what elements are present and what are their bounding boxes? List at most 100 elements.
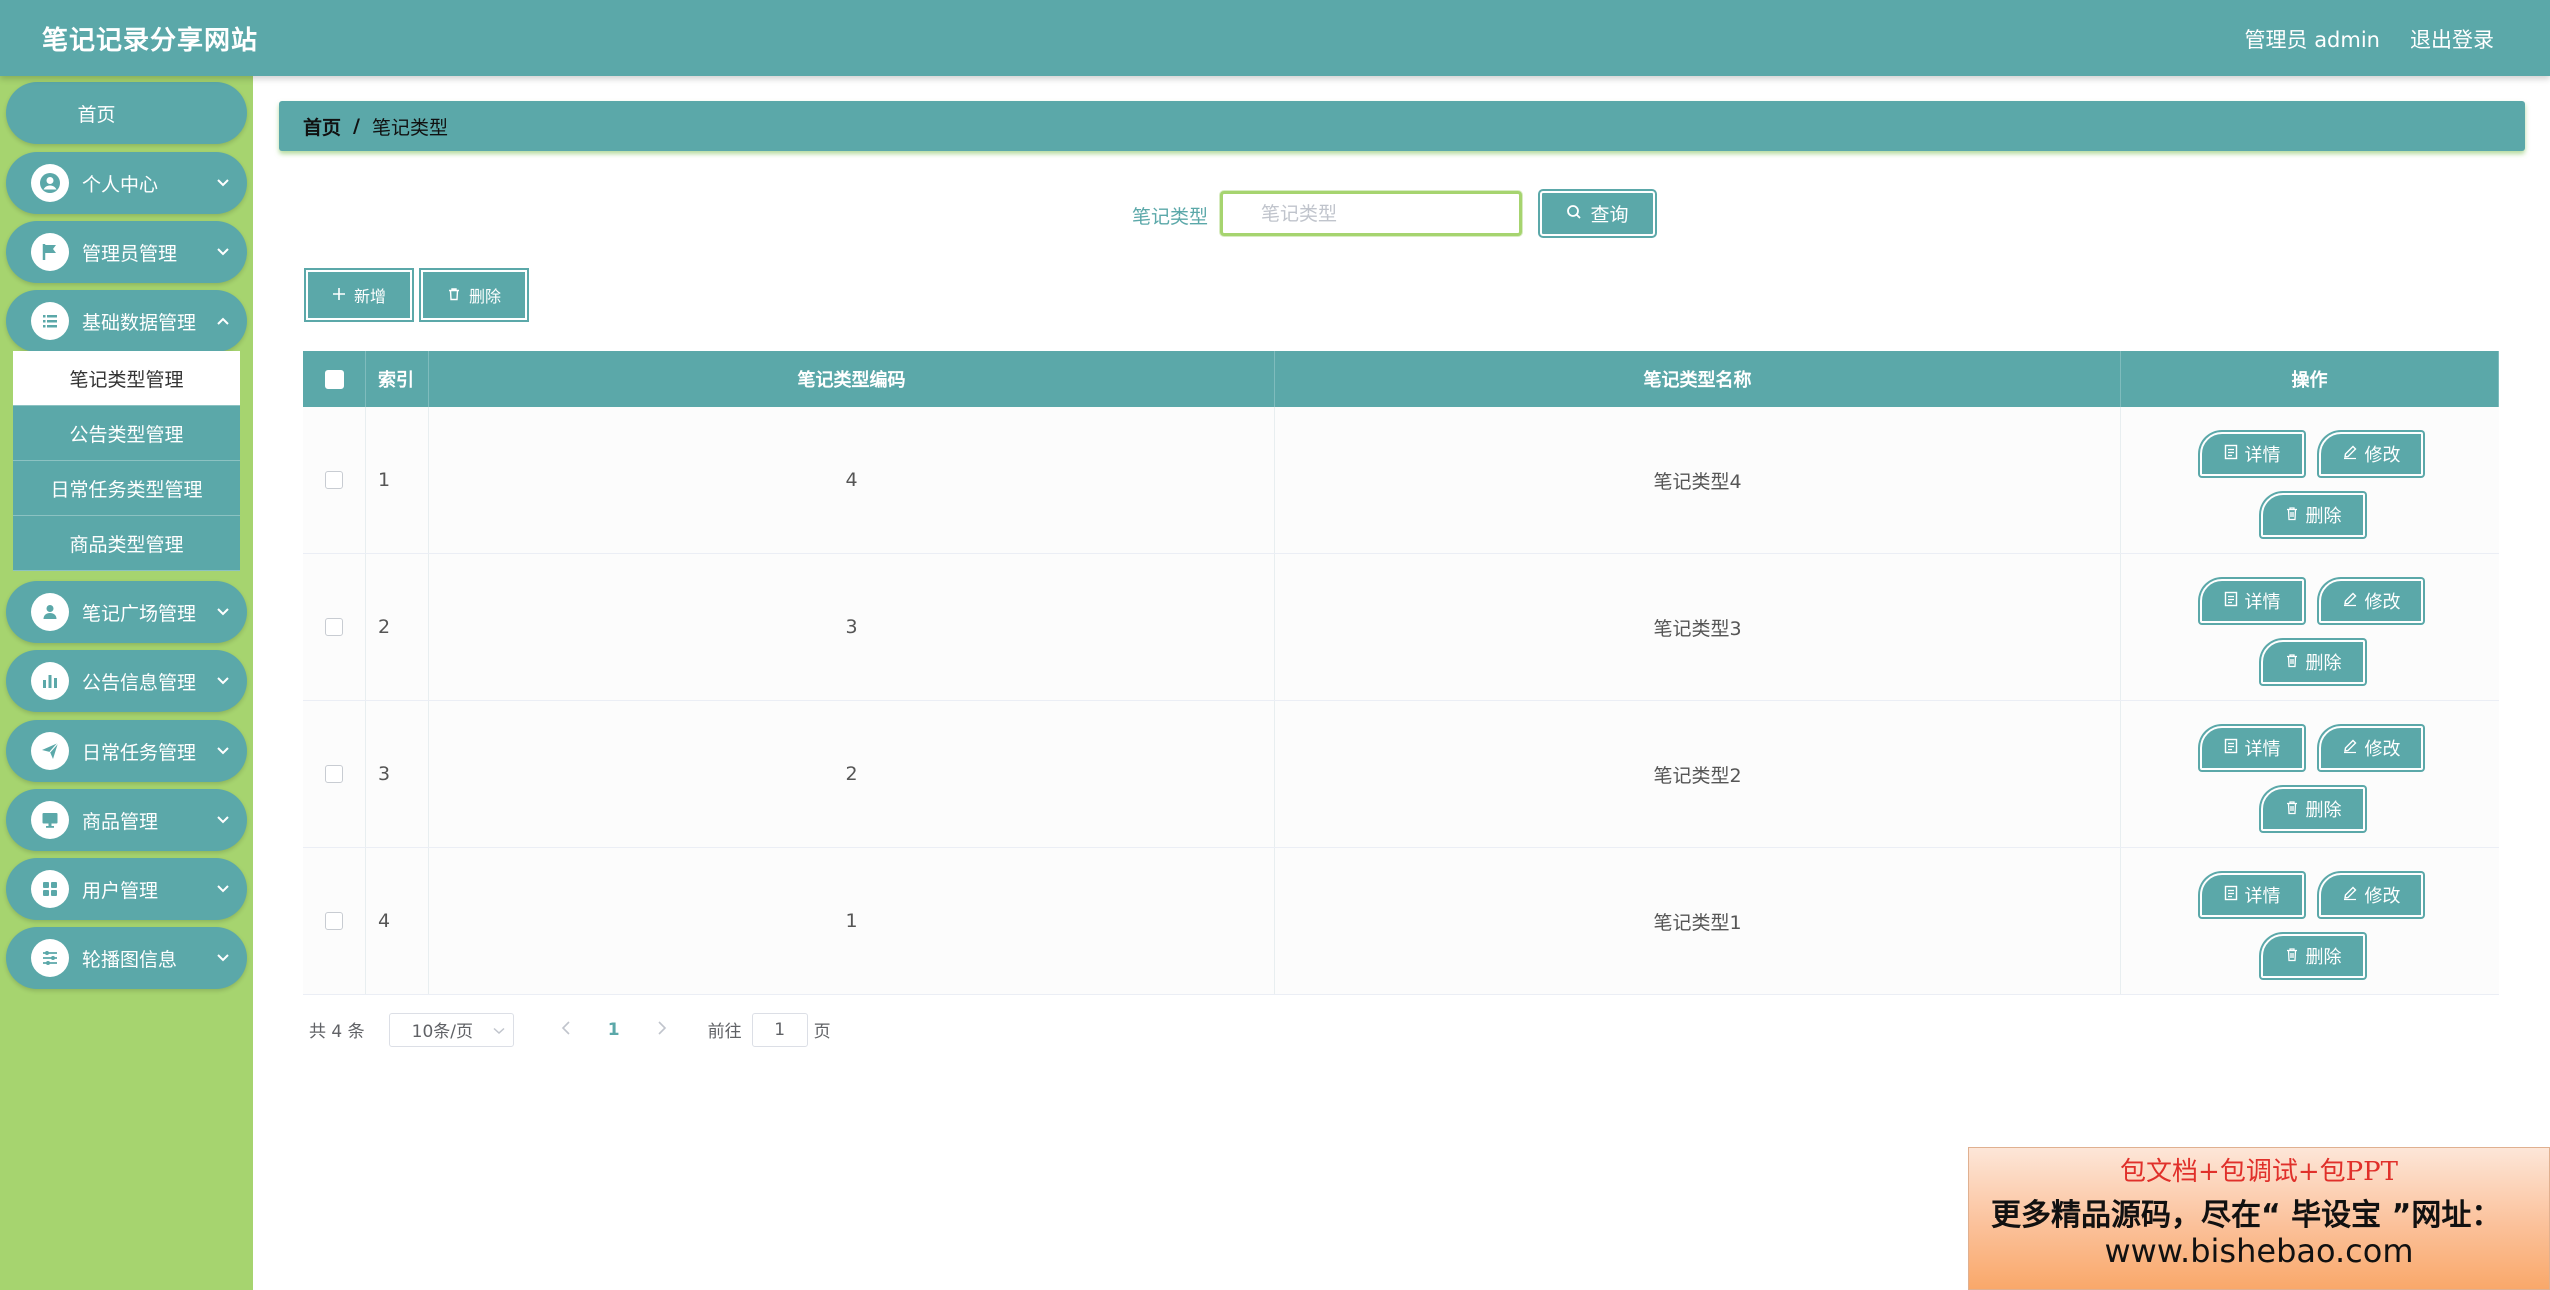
row-checkbox[interactable] <box>325 618 343 636</box>
row-select-cell <box>303 554 366 700</box>
admin-user-label[interactable]: 管理员 admin <box>2245 24 2380 54</box>
pencil-icon <box>2342 738 2358 759</box>
breadcrumb-home[interactable]: 首页 <box>303 113 341 140</box>
goto-page-input[interactable] <box>751 1012 808 1047</box>
promo-banner[interactable]: 包文档+包调试+包PPT 更多精品源码，尽在“ 毕设宝 ”网址： www.bis… <box>1968 1147 2550 1290</box>
promo-line-1: 包文档+包调试+包PPT <box>2120 1157 2398 1187</box>
sidebar-item-base-data-management[interactable]: 基础数据管理 <box>6 290 247 352</box>
sliders-icon <box>31 939 69 977</box>
sidebar-item-goods-management[interactable]: 商品管理 <box>6 789 247 851</box>
goto-unit: 页 <box>813 1022 831 1042</box>
breadcrumb: 首页 / 笔记类型 <box>279 101 2525 151</box>
row-name: 笔记类型1 <box>1275 848 2121 994</box>
row-code: 1 <box>429 848 1275 994</box>
site-title: 笔记记录分享网站 <box>42 26 259 56</box>
bar-chart-icon <box>31 662 69 700</box>
row-select-cell <box>303 848 366 994</box>
row-checkbox[interactable] <box>325 471 343 489</box>
row-ops-group: 详情 修改 删除 <box>2121 554 2499 700</box>
row-checkbox[interactable] <box>325 912 343 930</box>
pagination: 共 4 条 10条/页 1 前往 页 <box>309 1012 831 1047</box>
batch-delete-button[interactable]: 删除 <box>421 270 527 320</box>
edit-button[interactable]: 修改 <box>2319 432 2423 476</box>
edit-button[interactable]: 修改 <box>2319 873 2423 917</box>
detail-button[interactable]: 详情 <box>2200 873 2304 917</box>
person-icon <box>31 593 69 631</box>
sidebar-item-admin-management[interactable]: 管理员管理 <box>6 221 247 283</box>
chevron-down-icon <box>215 604 231 620</box>
trash-icon <box>2285 946 2299 967</box>
delete-label: 删除 <box>2305 947 2342 968</box>
sidebar-item-user-management[interactable]: 用户管理 <box>6 858 247 920</box>
row-code: 3 <box>429 554 1275 700</box>
chevron-down-icon <box>215 673 231 689</box>
next-page-button[interactable] <box>638 1020 686 1040</box>
sidebar-item-label: 首页 <box>77 103 116 126</box>
detail-label: 详情 <box>2244 739 2281 760</box>
delete-button[interactable]: 删除 <box>2261 787 2365 831</box>
table-row: 1 4 笔记类型4 详情 修改 删除 <box>303 407 2499 554</box>
sidebar-item-daily-task-management[interactable]: 日常任务管理 <box>6 720 247 782</box>
delete-label: 删除 <box>2305 653 2342 674</box>
edit-label: 修改 <box>2364 592 2401 613</box>
row-index: 2 <box>366 554 429 700</box>
sidebar-item-label: 用户管理 <box>82 879 159 902</box>
delete-button[interactable]: 删除 <box>2261 934 2365 978</box>
header-name: 笔记类型名称 <box>1275 351 2121 407</box>
delete-button[interactable]: 删除 <box>2261 493 2365 537</box>
prev-page-button[interactable] <box>542 1020 590 1040</box>
document-icon <box>2224 885 2238 906</box>
row-ops: 详情 修改 删除 <box>2121 407 2499 553</box>
sidebar-item-home[interactable]: 首页 <box>6 82 247 144</box>
row-select-cell <box>303 701 366 847</box>
row-name: 笔记类型3 <box>1275 554 2121 700</box>
logout-link[interactable]: 退出登录 <box>2410 24 2494 54</box>
header-index: 索引 <box>366 351 429 407</box>
detail-label: 详情 <box>2244 592 2281 613</box>
table-header: 索引 笔记类型编码 笔记类型名称 操作 <box>303 351 2499 407</box>
table-row: 3 2 笔记类型2 详情 修改 删除 <box>303 701 2499 848</box>
table-row: 4 1 笔记类型1 详情 修改 删除 <box>303 848 2499 995</box>
edit-button[interactable]: 修改 <box>2319 579 2423 623</box>
row-code: 2 <box>429 701 1275 847</box>
list-icon <box>31 302 69 340</box>
sidebar-item-notice-management[interactable]: 公告信息管理 <box>6 650 247 712</box>
edit-button[interactable]: 修改 <box>2319 726 2423 770</box>
edit-label: 修改 <box>2364 445 2401 466</box>
add-button[interactable]: 新增 <box>306 270 412 320</box>
trash-icon <box>2285 799 2299 820</box>
sidebar-subitem-task-type[interactable]: 日常任务类型管理 <box>13 461 240 516</box>
select-all-checkbox[interactable] <box>324 369 344 389</box>
search-icon <box>1566 203 1582 225</box>
sidebar-item-personal-center[interactable]: 个人中心 <box>6 152 247 214</box>
breadcrumb-current: 笔记类型 <box>371 116 448 139</box>
sidebar-item-label: 商品管理 <box>82 810 159 833</box>
page-size-select[interactable]: 10条/页 <box>388 1012 514 1047</box>
page-number-current[interactable]: 1 <box>590 1020 638 1040</box>
detail-button[interactable]: 详情 <box>2200 432 2304 476</box>
batch-delete-label: 删除 <box>468 287 501 306</box>
trash-icon <box>2285 652 2299 673</box>
sidebar-item-label: 个人中心 <box>82 173 159 196</box>
header-select-all[interactable] <box>303 351 366 407</box>
search-button[interactable]: 查询 <box>1540 191 1655 236</box>
detail-button[interactable]: 详情 <box>2200 726 2304 770</box>
sidebar-subitem-notice-type[interactable]: 公告类型管理 <box>13 406 240 461</box>
pencil-icon <box>2342 444 2358 465</box>
detail-button[interactable]: 详情 <box>2200 579 2304 623</box>
chevron-down-icon <box>215 244 231 260</box>
row-name: 笔记类型4 <box>1275 407 2121 553</box>
row-ops: 详情 修改 删除 <box>2121 848 2499 994</box>
sidebar-subitem-goods-type[interactable]: 商品类型管理 <box>13 516 240 571</box>
grid-icon <box>31 870 69 908</box>
sidebar-item-carousel-info[interactable]: 轮播图信息 <box>6 927 247 989</box>
header-code: 笔记类型编码 <box>429 351 1275 407</box>
row-checkbox[interactable] <box>325 765 343 783</box>
delete-button[interactable]: 删除 <box>2261 640 2365 684</box>
note-type-table: 索引 笔记类型编码 笔记类型名称 操作 1 4 笔记类型4 详情 修改 删除 2… <box>303 351 2499 995</box>
sidebar-item-note-square[interactable]: 笔记广场管理 <box>6 581 247 643</box>
sidebar-subitem-note-type[interactable]: 笔记类型管理 <box>13 351 240 406</box>
document-icon <box>2224 738 2238 759</box>
search-input[interactable] <box>1220 191 1522 236</box>
edit-label: 修改 <box>2364 739 2401 760</box>
